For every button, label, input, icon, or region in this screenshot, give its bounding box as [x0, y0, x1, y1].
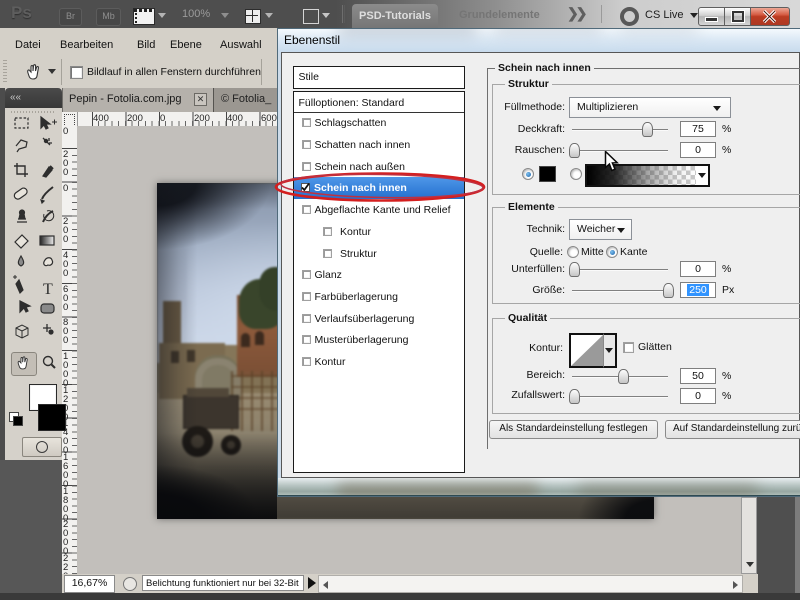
svg-text:T: T — [43, 281, 53, 298]
